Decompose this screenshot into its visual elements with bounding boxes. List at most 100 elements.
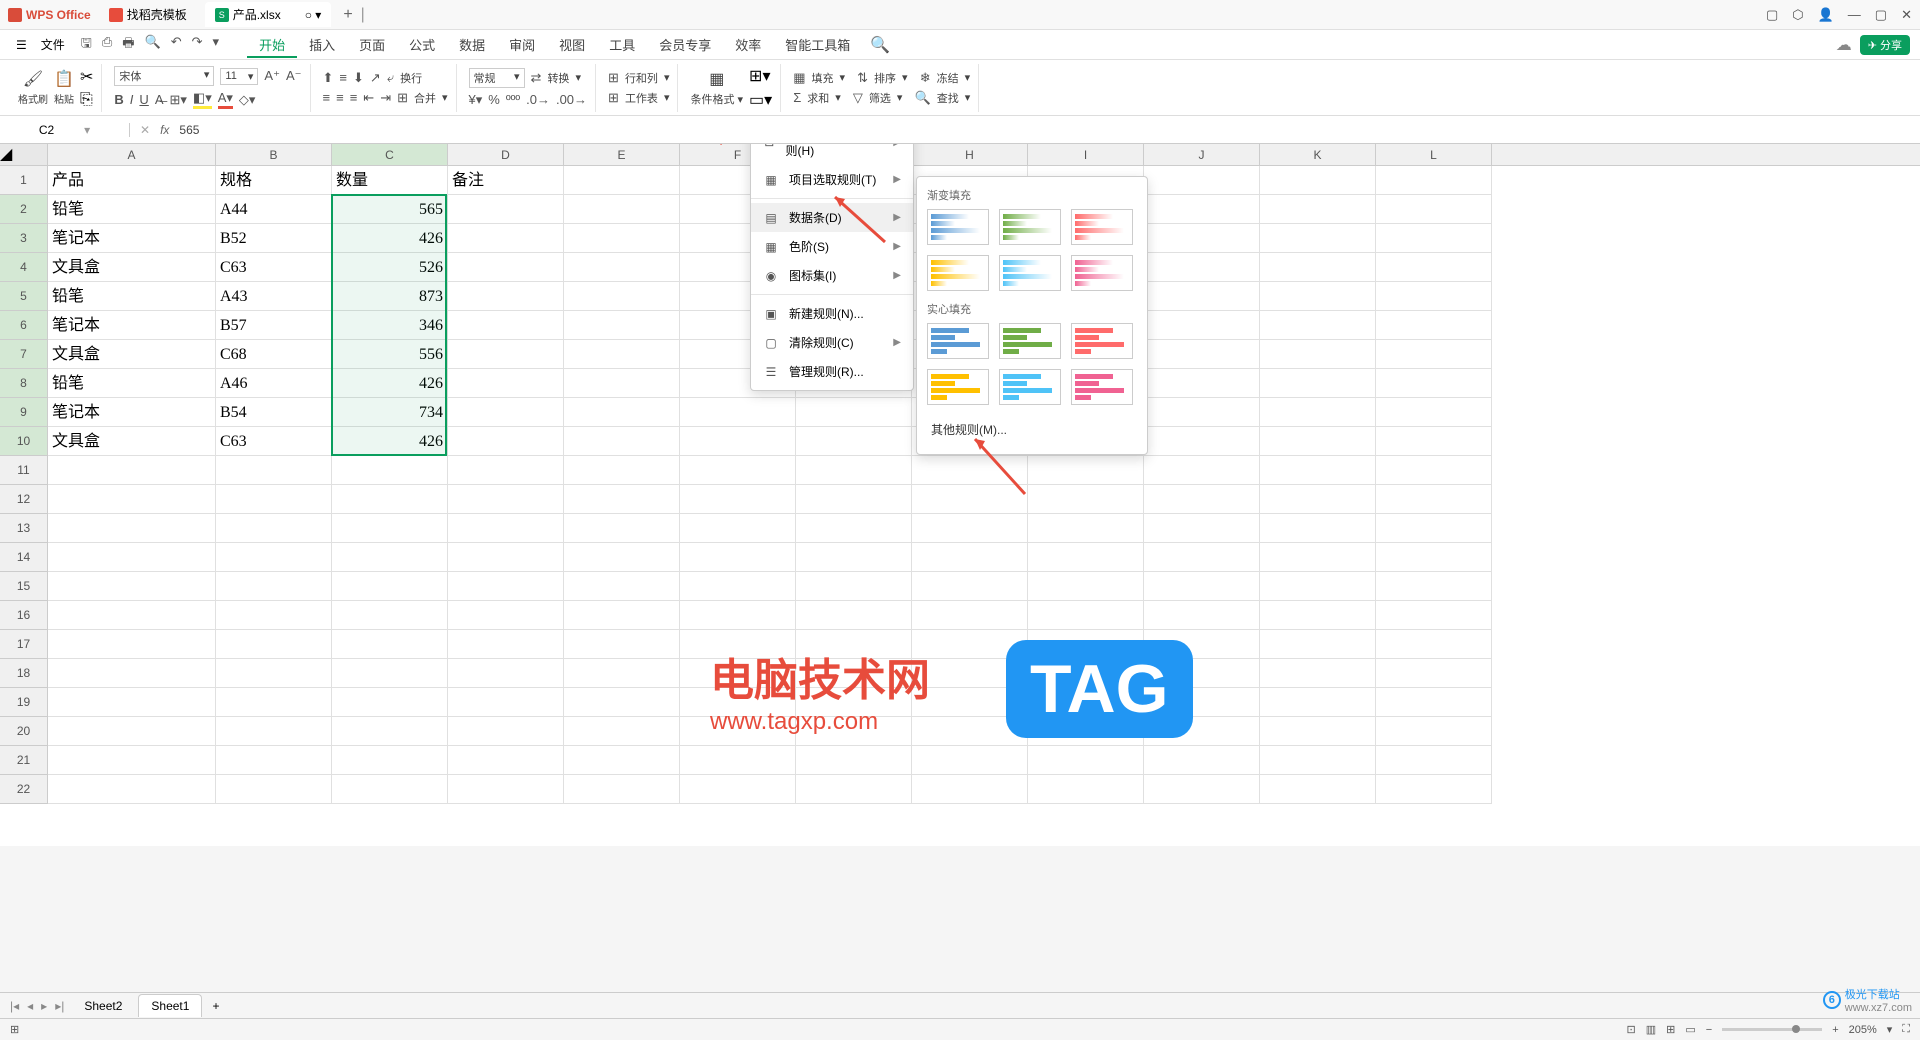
- cell-D13[interactable]: [448, 514, 564, 543]
- cell-J18[interactable]: [1144, 659, 1260, 688]
- cell-I15[interactable]: [1028, 572, 1144, 601]
- cell-G21[interactable]: [796, 746, 912, 775]
- cell-D10[interactable]: [448, 427, 564, 456]
- cell-C2[interactable]: 565: [332, 195, 448, 224]
- cell-B11[interactable]: [216, 456, 332, 485]
- copy-icon[interactable]: ⎘: [80, 91, 93, 109]
- databar-option[interactable]: [999, 209, 1061, 245]
- cell-I22[interactable]: [1028, 775, 1144, 804]
- orientation-icon[interactable]: ↗: [370, 70, 381, 86]
- align-top-icon[interactable]: ⬆: [323, 70, 334, 86]
- cell-D14[interactable]: [448, 543, 564, 572]
- cell-J4[interactable]: [1144, 253, 1260, 282]
- menu-审阅[interactable]: 审阅: [497, 31, 547, 58]
- cell-D5[interactable]: [448, 282, 564, 311]
- cell-E18[interactable]: [564, 659, 680, 688]
- databar-option[interactable]: [1071, 209, 1133, 245]
- row-header-6[interactable]: 6: [0, 311, 48, 340]
- cell-E14[interactable]: [564, 543, 680, 572]
- col-header-H[interactable]: H: [912, 144, 1028, 165]
- cell-E12[interactable]: [564, 485, 680, 514]
- cell-J16[interactable]: [1144, 601, 1260, 630]
- cell-B12[interactable]: [216, 485, 332, 514]
- table-format-icon[interactable]: ⊞▾: [749, 66, 772, 86]
- align-center-icon[interactable]: ≡: [336, 90, 344, 105]
- row-header-18[interactable]: 18: [0, 659, 48, 688]
- row-header-10[interactable]: 10: [0, 427, 48, 456]
- cell-C9[interactable]: 734: [332, 398, 448, 427]
- cell-E5[interactable]: [564, 282, 680, 311]
- cell-H20[interactable]: [912, 717, 1028, 746]
- ctx-数据条(D)[interactable]: ▤数据条(D)▶: [751, 203, 913, 232]
- cell-D6[interactable]: [448, 311, 564, 340]
- cell-A8[interactable]: 铅笔: [48, 369, 216, 398]
- cell-C21[interactable]: [332, 746, 448, 775]
- cell-F11[interactable]: [680, 456, 796, 485]
- view-reading-icon[interactable]: ▭: [1685, 1023, 1695, 1036]
- cell-J11[interactable]: [1144, 456, 1260, 485]
- wrap-label[interactable]: 换行: [400, 70, 422, 86]
- number-format-select[interactable]: 常规▾: [469, 68, 525, 88]
- cloud-icon[interactable]: ☁: [1836, 35, 1852, 55]
- cell-C10[interactable]: 426: [332, 427, 448, 456]
- cell-B18[interactable]: [216, 659, 332, 688]
- cell-D2[interactable]: [448, 195, 564, 224]
- cell-E10[interactable]: [564, 427, 680, 456]
- menu-页面[interactable]: 页面: [347, 31, 397, 58]
- fx-icon[interactable]: fx: [160, 123, 169, 137]
- col-header-L[interactable]: L: [1376, 144, 1492, 165]
- undo-icon[interactable]: ↶: [171, 34, 182, 56]
- cell-K1[interactable]: [1260, 166, 1376, 195]
- cell-D18[interactable]: [448, 659, 564, 688]
- cell-L4[interactable]: [1376, 253, 1492, 282]
- cell-A3[interactable]: 笔记本: [48, 224, 216, 253]
- wrap-text-icon[interactable]: ⤶: [387, 70, 394, 86]
- databar-option[interactable]: [927, 255, 989, 291]
- row-header-16[interactable]: 16: [0, 601, 48, 630]
- cell-F13[interactable]: [680, 514, 796, 543]
- ctx-色阶(S)[interactable]: ▦色阶(S)▶: [751, 232, 913, 261]
- databar-option[interactable]: [1071, 323, 1133, 359]
- cell-J19[interactable]: [1144, 688, 1260, 717]
- databar-option[interactable]: [927, 323, 989, 359]
- add-sheet-button[interactable]: +: [212, 999, 219, 1013]
- bold-icon[interactable]: B: [114, 92, 123, 107]
- font-name-select[interactable]: 宋体▾: [114, 66, 214, 86]
- cell-D1[interactable]: 备注: [448, 166, 564, 195]
- new-tab-button[interactable]: +: [343, 6, 352, 24]
- cell-B5[interactable]: A43: [216, 282, 332, 311]
- cell-L10[interactable]: [1376, 427, 1492, 456]
- cell-F17[interactable]: [680, 630, 796, 659]
- cell-D15[interactable]: [448, 572, 564, 601]
- fill-label[interactable]: 填充: [812, 70, 834, 86]
- cell-J15[interactable]: [1144, 572, 1260, 601]
- cell-H16[interactable]: [912, 601, 1028, 630]
- freeze-icon[interactable]: ❄: [920, 70, 931, 86]
- cell-J17[interactable]: [1144, 630, 1260, 659]
- cell-style-icon[interactable]: ▭▾: [749, 90, 772, 110]
- cell-C3[interactable]: 426: [332, 224, 448, 253]
- rows-cols-label[interactable]: 行和列: [625, 70, 658, 86]
- cell-G11[interactable]: [796, 456, 912, 485]
- cell-G15[interactable]: [796, 572, 912, 601]
- find-label[interactable]: 查找: [937, 90, 959, 106]
- menu-视图[interactable]: 视图: [547, 31, 597, 58]
- cell-L3[interactable]: [1376, 224, 1492, 253]
- cell-K6[interactable]: [1260, 311, 1376, 340]
- cell-F10[interactable]: [680, 427, 796, 456]
- cell-C12[interactable]: [332, 485, 448, 514]
- menu-开始[interactable]: 开始: [247, 31, 297, 58]
- cell-F21[interactable]: [680, 746, 796, 775]
- sum-label[interactable]: 求和: [807, 90, 829, 106]
- cell-E6[interactable]: [564, 311, 680, 340]
- save-icon[interactable]: 🖫: [81, 34, 92, 56]
- ctx-清除规则(C)[interactable]: ▢清除规则(C)▶: [751, 328, 913, 357]
- databar-option[interactable]: [999, 369, 1061, 405]
- row-header-22[interactable]: 22: [0, 775, 48, 804]
- close-button[interactable]: ✕: [1901, 7, 1912, 23]
- cell-E7[interactable]: [564, 340, 680, 369]
- align-right-icon[interactable]: ≡: [350, 90, 358, 105]
- zoom-out-button[interactable]: −: [1706, 1024, 1712, 1036]
- cell-A22[interactable]: [48, 775, 216, 804]
- col-header-A[interactable]: A: [48, 144, 216, 165]
